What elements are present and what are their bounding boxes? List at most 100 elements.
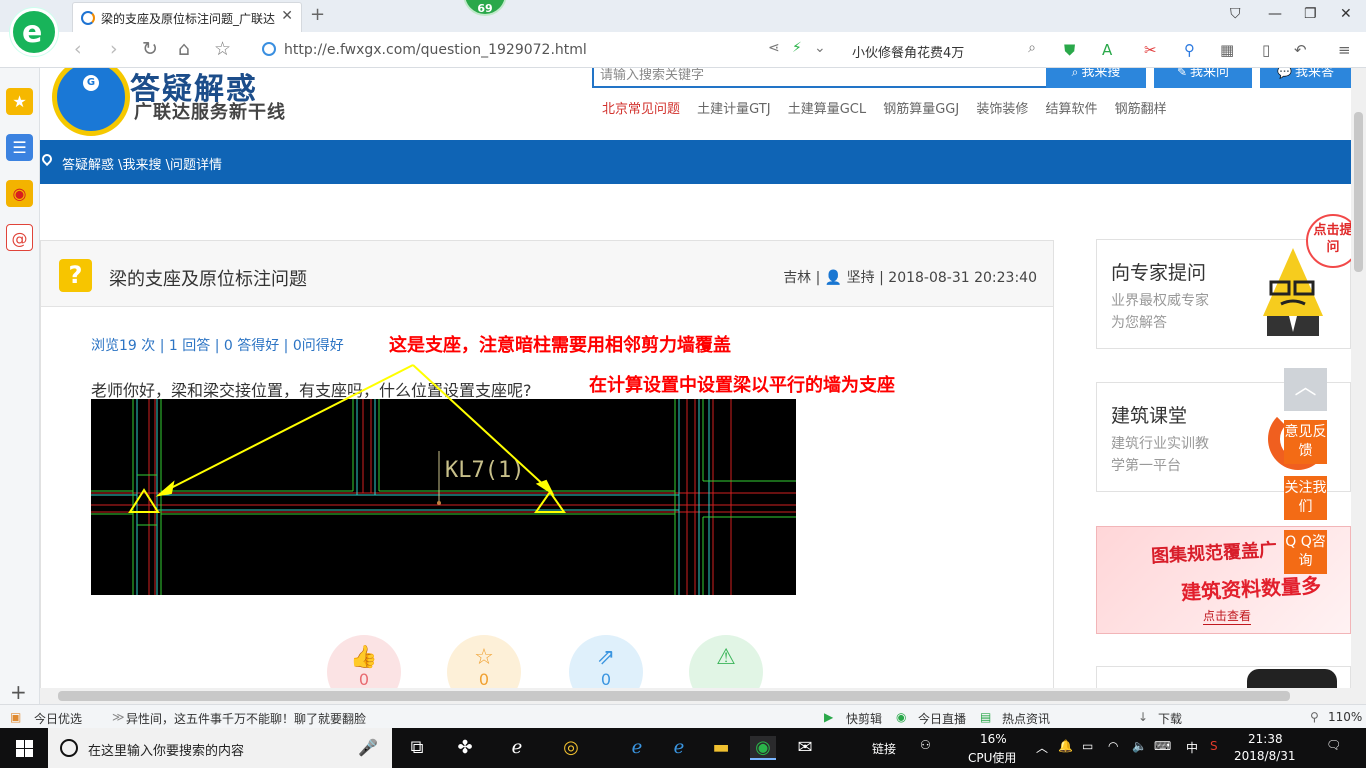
mail-at-icon[interactable]: @ — [6, 224, 33, 251]
browser-search-text[interactable]: 小伙修餐角花费4万 — [852, 42, 964, 61]
tray-links[interactable]: 链接 — [872, 740, 896, 757]
status-today-pick[interactable]: 今日优选 — [34, 710, 82, 727]
breadcrumb[interactable]: 答疑解惑 \我来搜 \问题详情 — [62, 154, 222, 173]
keyboard-icon[interactable]: ⌨ — [1154, 739, 1171, 753]
home-icon[interactable]: ⌂ — [178, 38, 190, 60]
status-live[interactable]: 今日直播 — [918, 710, 966, 727]
pinwheel-app-icon[interactable]: ✤ — [452, 736, 478, 760]
hot-link[interactable]: 钢筋算量GGJ — [883, 98, 959, 117]
annotation-settings: 在计算设置中设置梁以平行的墙为支座 — [589, 375, 895, 396]
horizontal-scrollbar[interactable] — [40, 688, 1366, 704]
status-download[interactable]: 下载 — [1158, 710, 1182, 727]
site-logo-subtitle: 广联达服务新干线 — [134, 102, 286, 123]
sogou-icon[interactable]: S — [1210, 739, 1218, 753]
shield-icon[interactable]: ⛊ — [1064, 41, 1075, 59]
skin-icon[interactable]: ⛉ — [1230, 6, 1241, 22]
promo-box[interactable] — [1096, 666, 1351, 688]
windows-start-icon[interactable] — [16, 740, 33, 757]
ie-app-icon[interactable]: ℯ — [666, 736, 692, 760]
menu-icon[interactable]: ≡ — [1338, 41, 1351, 59]
zoom-level[interactable]: 110% — [1328, 710, 1362, 724]
follow-button[interactable]: 关注我们 — [1284, 476, 1327, 520]
forward-icon[interactable]: › — [110, 38, 118, 60]
search-icon[interactable]: ⌕ — [1028, 40, 1036, 56]
browser-logo-icon[interactable]: e — [10, 8, 58, 56]
favorite-star-icon[interactable]: ☆ — [214, 38, 231, 60]
question-stats[interactable]: 浏览19 次 | 1 回答 | 0 答得好 | 0问得好 — [91, 335, 344, 355]
hot-link[interactable]: 北京常见问题 — [602, 98, 680, 117]
status-quick-edit[interactable]: 快剪辑 — [846, 710, 882, 727]
chevron-down-icon[interactable]: ⌄ — [814, 40, 826, 56]
maximize-button[interactable]: ❐ — [1304, 6, 1317, 22]
clock-time[interactable]: 21:38 — [1248, 732, 1283, 746]
360-browser-app-icon[interactable]: ◉ — [750, 736, 776, 760]
close-tab-icon[interactable]: ✕ — [281, 8, 293, 24]
status-headline[interactable]: 异性间，这五件事千万不能聊！聊了就要翻脸 — [126, 710, 366, 727]
file-explorer-icon[interactable]: ▬ — [708, 736, 734, 760]
share-icon[interactable]: ⋖ — [768, 40, 780, 56]
action-center-icon[interactable]: 🗨 — [1326, 738, 1341, 752]
refresh-icon[interactable]: ↻ — [142, 38, 158, 60]
answer-button[interactable]: 💬 我来答 — [1260, 68, 1351, 88]
mail-app-icon[interactable]: ✉ — [792, 736, 818, 760]
ime-indicator[interactable]: 中 — [1186, 739, 1198, 756]
qq-consult-button[interactable]: Q Q咨询 — [1284, 530, 1327, 574]
share-button[interactable]: ⇗ 0 — [569, 635, 643, 688]
star-icon: ☆ — [474, 645, 494, 670]
find-icon[interactable]: ⚲ — [1184, 41, 1195, 59]
browser-search-box[interactable]: 小伙修餐角花费4万 ⌕ — [844, 37, 1042, 63]
float-ask-button[interactable]: 点击提问 — [1306, 214, 1351, 268]
hot-link[interactable]: 装饰装修 — [976, 98, 1028, 117]
back-to-top-button[interactable]: ︿ — [1284, 368, 1327, 411]
wifi-icon[interactable]: ◠ — [1108, 739, 1118, 753]
back-icon[interactable]: ‹ — [74, 38, 82, 60]
tablet-icon[interactable]: ▯ — [1262, 41, 1270, 59]
sidebar-add-icon[interactable]: + — [10, 680, 27, 704]
report-button[interactable]: ⚠ — [689, 635, 763, 688]
edge-app-icon[interactable]: ℯ — [624, 736, 650, 760]
scrollbar-thumb[interactable] — [1354, 112, 1363, 272]
people-icon[interactable]: ⚇ — [920, 738, 931, 752]
hot-link[interactable]: 土建计量GTJ — [697, 98, 770, 117]
search-button[interactable]: ⌕ 我来搜 — [1046, 68, 1146, 88]
browser-e-app-icon[interactable]: ℯ — [504, 736, 530, 760]
like-button[interactable]: 👍 0 — [327, 635, 401, 688]
globe-icon — [262, 42, 276, 56]
status-news[interactable]: 热点资讯 — [1002, 710, 1050, 727]
ask-button[interactable]: ✎ 我来问 — [1154, 68, 1252, 88]
notification-bell-icon[interactable]: 🔔 — [1058, 739, 1073, 753]
address-url[interactable]: http://e.fwxgx.com/question_1929072.html — [284, 42, 587, 58]
question-mark-icon: ? — [59, 259, 92, 292]
feedback-button[interactable]: 意见反馈 — [1284, 420, 1327, 464]
hot-link[interactable]: 钢筋翻样 — [1115, 98, 1167, 117]
new-tab-button[interactable]: + — [310, 4, 325, 25]
address-bar[interactable]: http://e.fwxgx.com/question_1929072.html… — [258, 37, 836, 63]
apps-grid-icon[interactable]: ▦ — [1220, 41, 1234, 59]
volume-icon[interactable]: 🔈 — [1132, 739, 1147, 753]
task-view-icon[interactable]: ⧉ — [404, 736, 430, 760]
lightning-icon[interactable]: ⚡ — [792, 40, 802, 56]
clock-date[interactable]: 2018/8/31 — [1234, 749, 1296, 763]
battery-icon[interactable]: ▭ — [1082, 739, 1093, 753]
hot-link[interactable]: 结算软件 — [1046, 98, 1098, 117]
tray-chevron-icon[interactable]: ︿ — [1036, 739, 1048, 756]
notification-badge[interactable]: 69 — [463, 0, 507, 16]
microphone-icon[interactable]: 🎤 — [358, 738, 378, 757]
undo-icon[interactable]: ↶ — [1294, 41, 1307, 59]
weibo-icon[interactable]: ◉ — [6, 180, 33, 207]
hot-link[interactable]: 土建算量GCL — [788, 98, 866, 117]
reading-list-icon[interactable]: ☰ — [6, 134, 33, 161]
browser-tab[interactable]: 梁的支座及原位标注问题_广联达 ✕ — [72, 2, 302, 32]
vertical-scrollbar[interactable] — [1351, 68, 1366, 688]
scissors-icon[interactable]: ✂ — [1144, 41, 1157, 59]
favorites-star-icon[interactable]: ★ — [6, 88, 33, 115]
site-search-input[interactable]: 请输入搜索关键字 — [592, 68, 1048, 88]
taskbar-search-box[interactable]: 在这里输入你要搜索的内容 🎤 — [48, 728, 392, 768]
hscrollbar-thumb[interactable] — [58, 691, 1290, 701]
chrome-like-app-icon[interactable]: ◎ — [558, 736, 584, 760]
collect-button[interactable]: ☆ 0 — [447, 635, 521, 688]
ad-view-button[interactable]: 点击查看 — [1203, 607, 1252, 625]
minimize-button[interactable]: — — [1268, 6, 1282, 22]
close-window-button[interactable]: ✕ — [1340, 6, 1352, 22]
translate-icon[interactable]: A — [1102, 41, 1112, 59]
